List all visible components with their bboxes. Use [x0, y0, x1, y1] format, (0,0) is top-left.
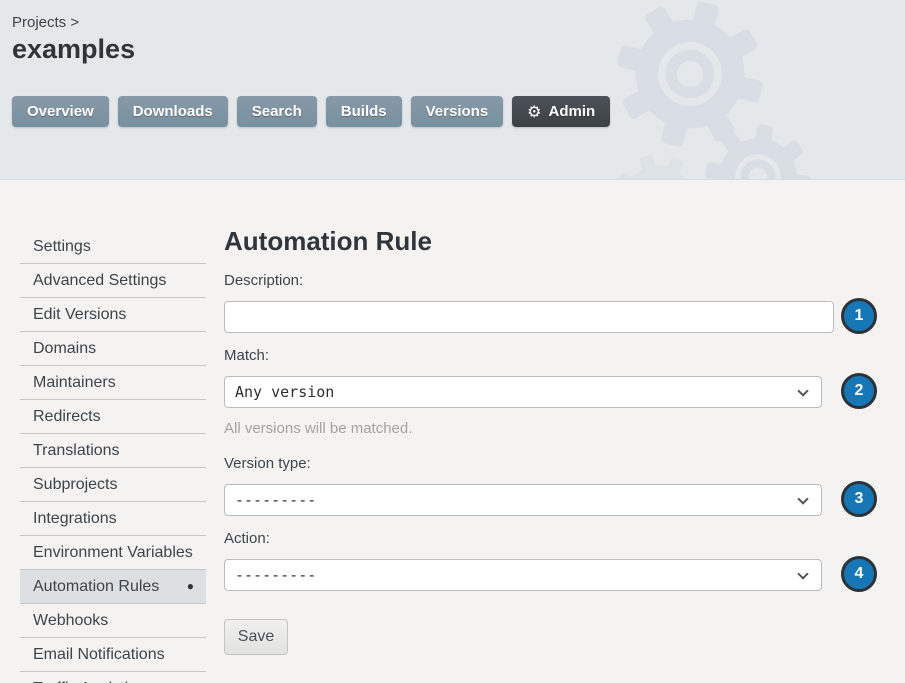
sidebar-item-domains[interactable]: Domains — [20, 332, 206, 366]
match-help-text: All versions will be matched. — [224, 420, 836, 437]
chevron-down-icon — [797, 568, 808, 579]
tab-admin-label: Admin — [549, 103, 596, 120]
form-title: Automation Rule — [224, 226, 836, 256]
version-type-select-value: --------- — [235, 491, 316, 509]
sidebar-item-environment-variables[interactable]: Environment Variables — [20, 536, 206, 570]
description-field: Description: 1 — [224, 272, 836, 333]
action-field: Action: --------- 4 — [224, 530, 836, 591]
save-button[interactable]: Save — [224, 619, 288, 655]
action-label: Action: — [224, 530, 836, 551]
version-type-label: Version type: — [224, 455, 836, 476]
tab-downloads[interactable]: Downloads — [118, 96, 228, 127]
tab-versions[interactable]: Versions — [411, 96, 504, 127]
sidebar-item-email-notifications[interactable]: Email Notifications — [20, 638, 206, 672]
match-field: Match: Any version 2 All versions will b… — [224, 347, 836, 437]
gear-decoration-small-icon — [703, 122, 813, 180]
page-title: examples — [12, 34, 135, 65]
gear-decoration-faint-icon — [612, 152, 704, 180]
annotation-badge-1: 1 — [841, 298, 877, 334]
page: Projects > examples Overview Downloads S… — [0, 0, 905, 683]
active-dot-icon: ● — [187, 570, 194, 603]
version-type-select[interactable]: --------- — [224, 484, 822, 516]
breadcrumb-projects-link[interactable]: Projects — [12, 14, 66, 31]
version-type-field: Version type: --------- 3 — [224, 455, 836, 516]
sidebar-item-settings[interactable]: Settings — [20, 230, 206, 264]
sidebar-item-translations[interactable]: Translations — [20, 434, 206, 468]
match-select[interactable]: Any version — [224, 376, 822, 408]
project-header: Projects > examples Overview Downloads S… — [0, 0, 905, 180]
chevron-down-icon — [797, 493, 808, 504]
sidebar-item-redirects[interactable]: Redirects — [20, 400, 206, 434]
description-input[interactable] — [224, 301, 834, 333]
sidebar-item-automation-rules[interactable]: ● Automation Rules — [20, 570, 206, 604]
tab-bar: Overview Downloads Search Builds Version… — [12, 96, 610, 127]
sidebar-item-traffic-analytics[interactable]: Traffic Analytics — [20, 672, 206, 683]
tab-builds[interactable]: Builds — [326, 96, 402, 127]
sidebar-item-subprojects[interactable]: Subprojects — [20, 468, 206, 502]
sidebar-item-label: Automation Rules — [33, 578, 159, 595]
annotation-badge-4: 4 — [841, 556, 877, 592]
match-label: Match: — [224, 347, 836, 368]
chevron-down-icon — [797, 385, 808, 396]
sidebar-item-webhooks[interactable]: Webhooks — [20, 604, 206, 638]
sidebar-item-advanced-settings[interactable]: Advanced Settings — [20, 264, 206, 298]
description-label: Description: — [224, 272, 836, 293]
gear-icon: ⚙ — [527, 104, 541, 120]
admin-sidebar: Settings Advanced Settings Edit Versions… — [20, 230, 206, 683]
sidebar-item-maintainers[interactable]: Maintainers — [20, 366, 206, 400]
tab-overview[interactable]: Overview — [12, 96, 109, 127]
annotation-badge-3: 3 — [841, 481, 877, 517]
breadcrumb-separator: > — [70, 14, 79, 31]
action-select-value: --------- — [235, 566, 316, 584]
tab-admin[interactable]: ⚙ Admin — [512, 96, 610, 127]
action-select[interactable]: --------- — [224, 559, 822, 591]
sidebar-item-edit-versions[interactable]: Edit Versions — [20, 298, 206, 332]
match-select-value: Any version — [235, 383, 334, 401]
sidebar-item-integrations[interactable]: Integrations — [20, 502, 206, 536]
automation-rule-form: Automation Rule Description: 1 Match: An… — [224, 180, 836, 655]
tab-search[interactable]: Search — [237, 96, 317, 127]
breadcrumb: Projects > — [12, 14, 79, 31]
annotation-badge-2: 2 — [841, 373, 877, 409]
